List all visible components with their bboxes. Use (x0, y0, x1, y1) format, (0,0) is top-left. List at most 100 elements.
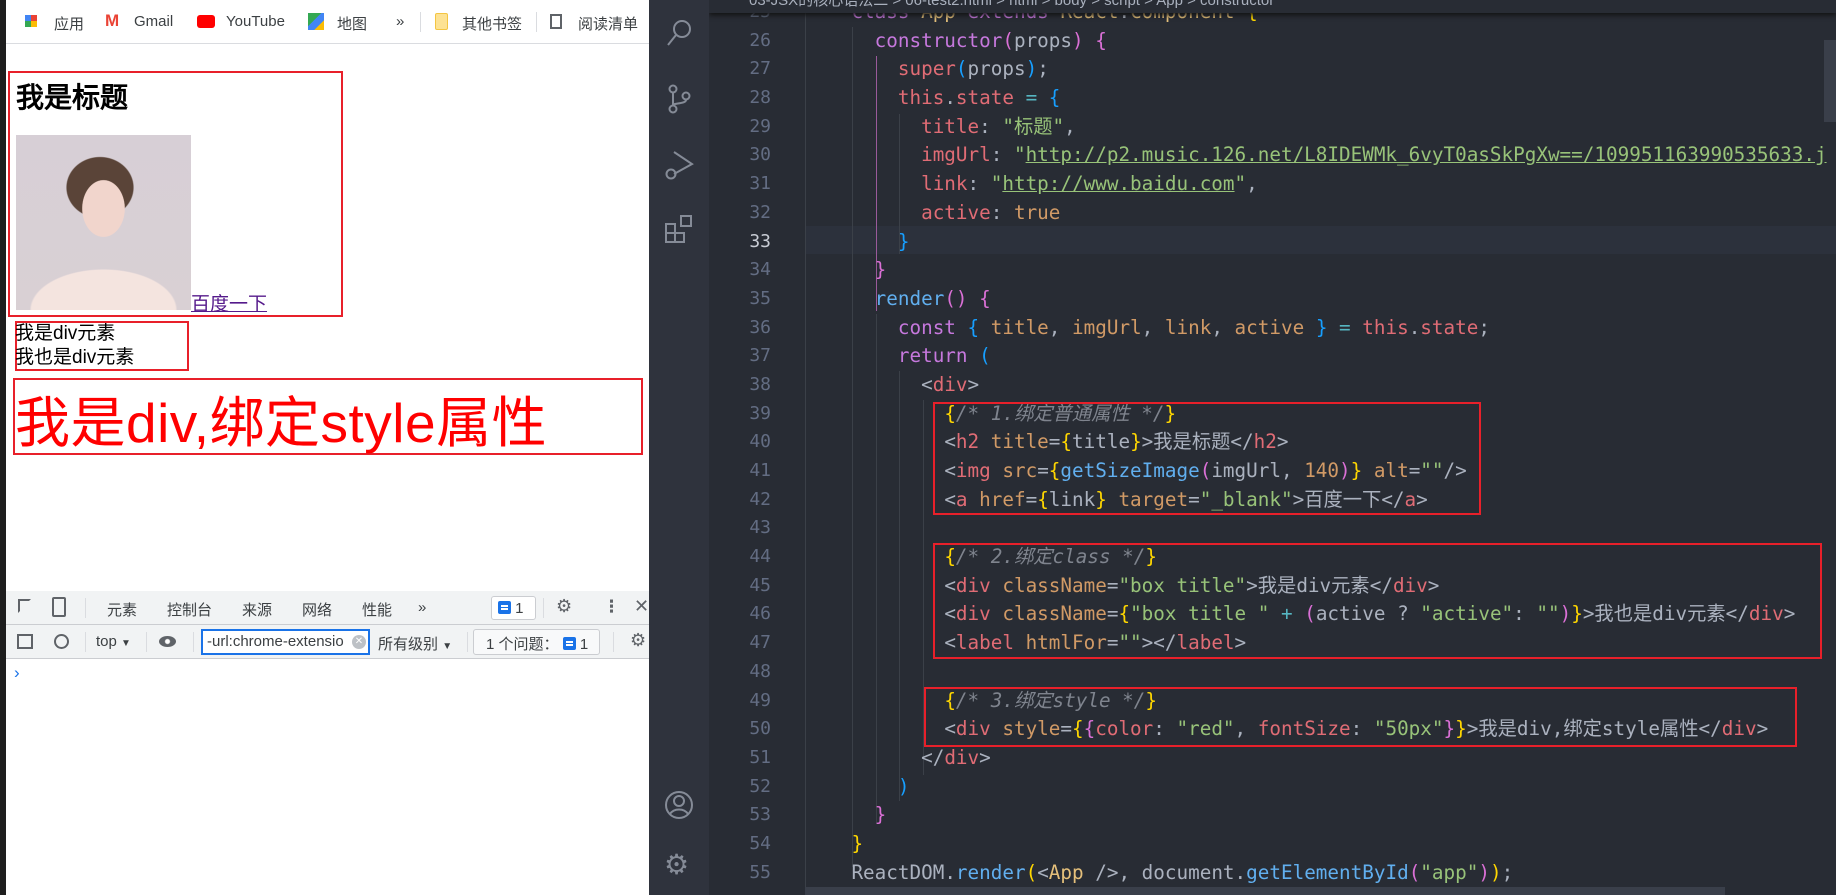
vertical-scrollbar[interactable] (1824, 40, 1836, 122)
code-token: . (1408, 315, 1421, 339)
code-token: } (874, 258, 887, 282)
code-token: ReactDOM (851, 860, 945, 884)
code-line[interactable]: } (805, 801, 1827, 830)
more-tabs-button[interactable]: » (418, 599, 426, 616)
bookmark-other[interactable]: 其他书签 (462, 13, 522, 34)
gmail-icon: M (105, 11, 120, 30)
kebab-menu-icon[interactable]: ⋮ (603, 597, 620, 617)
bookmark-gmail[interactable]: Gmail (134, 13, 173, 30)
code-token: { (1048, 86, 1061, 110)
line-number: 26 (749, 29, 771, 51)
sidebar-toggle-icon[interactable] (17, 634, 33, 649)
code-line[interactable]: } (805, 830, 1827, 859)
console-settings-icon[interactable]: ⚙ (630, 630, 646, 651)
line-number: 39 (749, 402, 771, 424)
code-token: , (1211, 315, 1235, 339)
line-number: 55 (749, 861, 771, 883)
line-number: 35 (749, 287, 771, 309)
code-line[interactable]: } (805, 228, 1827, 257)
code-token: getElementById (1246, 860, 1409, 884)
code-token: : (967, 172, 991, 196)
code-line[interactable]: return ( (805, 342, 1827, 371)
code-token: ( (1025, 860, 1038, 884)
styled-div: 我是div,绑定style属性 (15, 392, 548, 454)
code-token: link (921, 172, 968, 196)
page-heading: 我是标题 (16, 82, 129, 113)
extensions-icon[interactable] (664, 214, 694, 244)
breadcrumb[interactable]: 03-JSX的核心语法二 > 06-test2.html > html > bo… (709, 0, 1836, 13)
code-line[interactable] (805, 514, 1827, 543)
inspect-element-icon[interactable] (18, 599, 31, 613)
reading-list-button[interactable]: 阅读清单 (578, 13, 638, 34)
search-icon[interactable] (664, 18, 694, 48)
log-levels-select[interactable]: 所有级别 ▼ (378, 633, 452, 654)
tab-performance[interactable]: 性能 (362, 599, 392, 620)
code-line[interactable]: this.state = { (805, 84, 1827, 113)
bookmark-youtube[interactable]: YouTube (226, 13, 285, 30)
line-number: 47 (749, 632, 771, 654)
horizontal-scrollbar[interactable] (805, 887, 1725, 895)
context-select[interactable]: top ▼ (96, 633, 131, 650)
window-edge (0, 0, 6, 895)
code-line[interactable]: constructor(props) { (805, 27, 1827, 56)
code-line[interactable]: super(props); (805, 55, 1827, 84)
messages-badge[interactable]: 1 (491, 596, 536, 620)
console-toolbar: top ▼ -url:chrome-extensio ✕ 所有级别 ▼ 1 个问… (6, 625, 649, 659)
tab-sources[interactable]: 来源 (242, 599, 272, 620)
code-line[interactable] (805, 658, 1827, 687)
run-debug-icon[interactable] (664, 150, 694, 180)
code-line[interactable]: const { title, imgUrl, link, active } = … (805, 314, 1827, 343)
manage-gear-icon[interactable]: ⚙ (664, 850, 694, 880)
code-line[interactable]: render() { (805, 285, 1827, 314)
device-toolbar-icon[interactable] (52, 597, 66, 617)
div-element-1: 我是div元素 (15, 323, 116, 344)
clear-console-icon[interactable] (54, 634, 69, 649)
code-line[interactable]: title: "标题", (805, 113, 1827, 142)
code-token: . (944, 860, 956, 884)
clear-filter-icon[interactable]: ✕ (352, 635, 366, 649)
tab-elements[interactable]: 元素 (107, 599, 137, 620)
console-prompt[interactable]: › (14, 663, 20, 683)
code-line[interactable]: ReactDOM.render(<App />, document.getEle… (805, 859, 1827, 888)
live-expression-eye-icon[interactable] (159, 636, 176, 647)
code-line[interactable]: </div> (805, 744, 1827, 773)
tab-console[interactable]: 控制台 (152, 599, 228, 628)
code-line[interactable]: link: "http://www.baidu.com", (805, 170, 1827, 199)
more-bookmarks-button[interactable]: » (396, 13, 404, 30)
bookmark-apps[interactable]: 应用 (54, 13, 84, 34)
close-devtools-icon[interactable]: ✕ (634, 596, 649, 617)
settings-gear-icon[interactable]: ⚙ (556, 596, 572, 617)
code-token: title (921, 114, 980, 138)
annotation-box-1 (933, 402, 1481, 515)
code-line[interactable]: } (805, 256, 1827, 285)
code-token: render (874, 286, 945, 310)
account-icon[interactable] (664, 790, 694, 820)
code-token: ) (1025, 57, 1038, 81)
code-line[interactable]: active: true (805, 199, 1827, 228)
code-line[interactable]: <div> (805, 371, 1827, 400)
code-line[interactable]: imgUrl: "http://p2.music.126.net/L8IDEWM… (805, 141, 1826, 170)
code-line[interactable]: ) (805, 773, 1827, 802)
issues-button[interactable]: 1 个问题： 1 (473, 629, 600, 655)
console-filter-input[interactable]: -url:chrome-extensio (201, 629, 370, 655)
code-token: . (944, 86, 956, 110)
source-control-icon[interactable] (664, 84, 694, 114)
code-token: "标题" (1002, 114, 1065, 138)
code-editor[interactable]: 03-JSX的核心语法二 > 06-test2.html > html > bo… (709, 0, 1836, 895)
bookmark-maps[interactable]: 地图 (337, 13, 367, 34)
code-token: { (967, 315, 980, 339)
code-token: state (1420, 315, 1479, 339)
tab-network[interactable]: 网络 (302, 599, 332, 620)
baidu-link[interactable]: 百度一下 (191, 289, 267, 316)
code-token: } (851, 831, 864, 855)
line-number: 42 (749, 488, 771, 510)
